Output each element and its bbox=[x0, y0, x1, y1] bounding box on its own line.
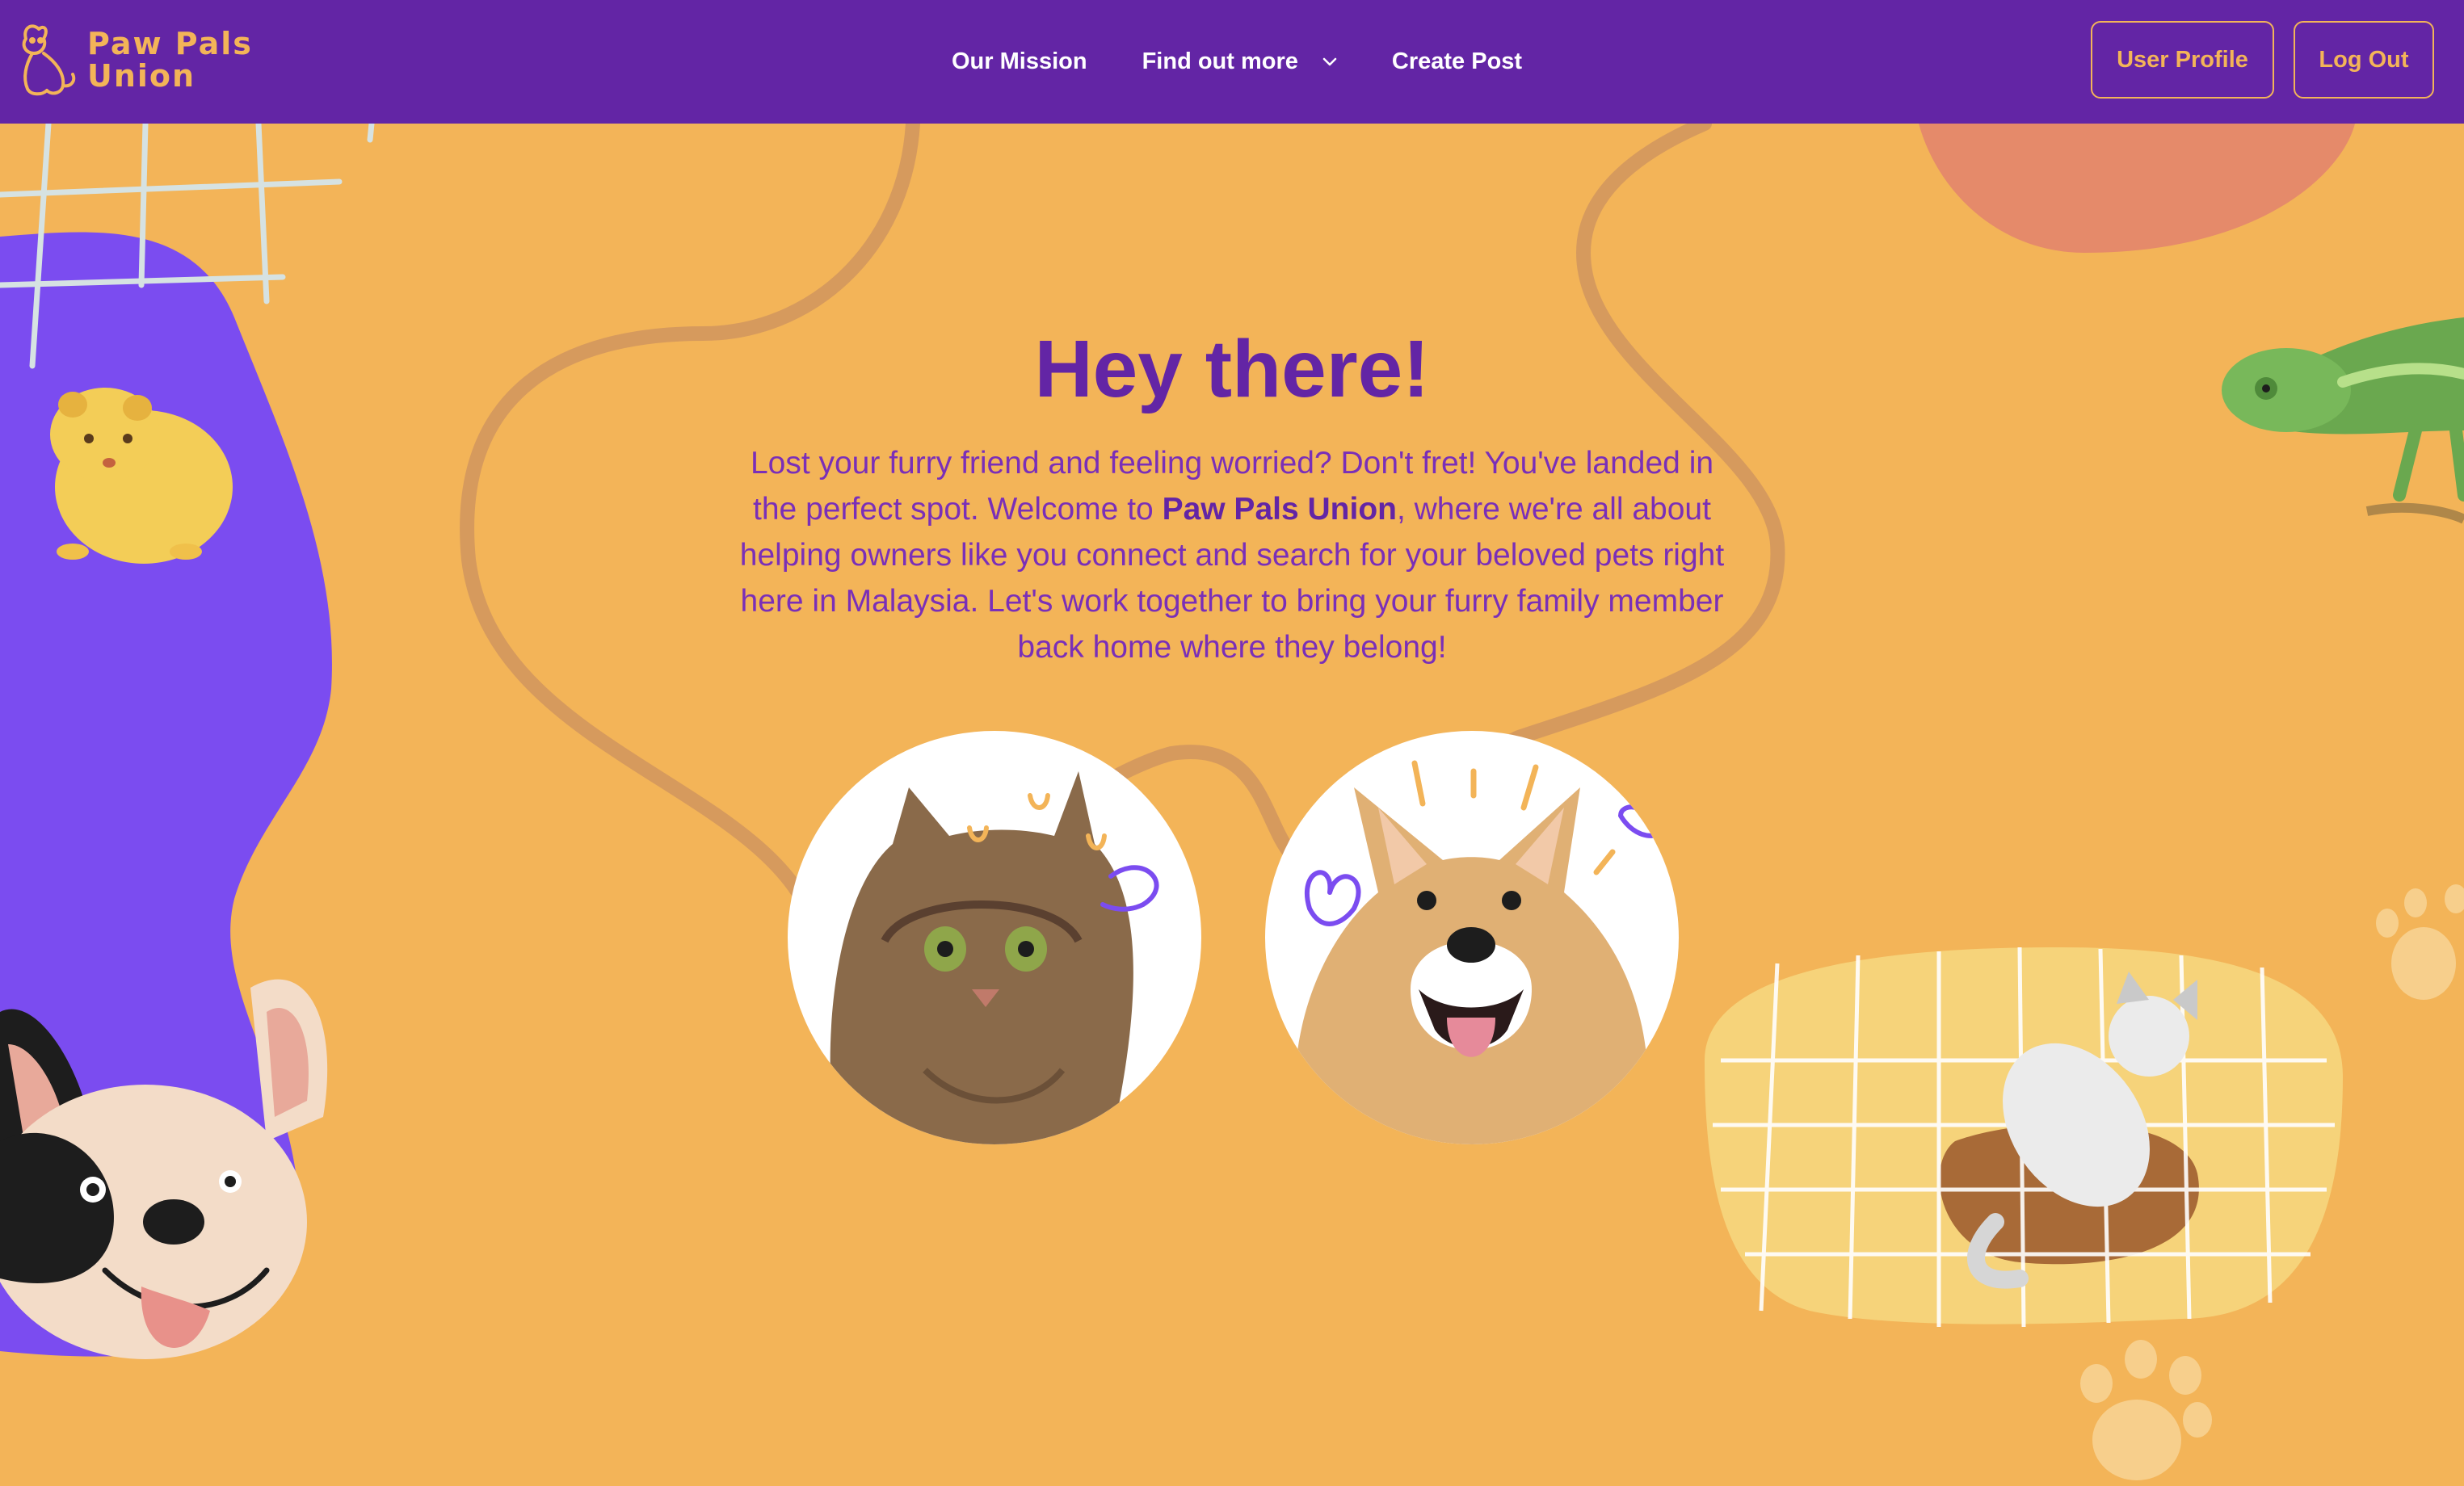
log-out-button[interactable]: Log Out bbox=[2294, 21, 2434, 99]
cat-bed-illustration bbox=[1705, 947, 2343, 1328]
nav-find-out-more-dropdown[interactable]: Find out more bbox=[1142, 48, 1337, 75]
nav-links: Our Mission Find out more Create Post bbox=[952, 0, 1522, 124]
corgi-illustration bbox=[1294, 760, 1666, 1144]
chevron-down-icon bbox=[1322, 57, 1337, 67]
hero-brand-highlight: Paw Pals Union bbox=[1162, 492, 1397, 527]
sun-shape bbox=[1919, 124, 2355, 253]
nav-our-mission[interactable]: Our Mission bbox=[952, 48, 1087, 75]
nav-our-mission-label: Our Mission bbox=[952, 48, 1087, 74]
hero-description: Lost your furry friend and feeling worri… bbox=[727, 440, 1737, 670]
brand-name-line2: Union bbox=[87, 58, 196, 94]
user-profile-button-label: User Profile bbox=[2117, 46, 2248, 73]
nav-create-post[interactable]: Create Post bbox=[1392, 48, 1522, 75]
hero-title: Hey there! bbox=[1034, 324, 1430, 414]
cat-illustration bbox=[830, 771, 1159, 1144]
cat-photo bbox=[788, 731, 1201, 1144]
nav-create-post-label: Create Post bbox=[1391, 48, 1523, 74]
navbar: Paw Pals Union Our Mission Find out more… bbox=[0, 0, 2464, 124]
user-profile-button[interactable]: User Profile bbox=[2091, 21, 2274, 99]
nav-find-out-more-label: Find out more bbox=[1142, 48, 1298, 74]
brand-name: Paw Pals Union bbox=[87, 27, 253, 92]
brand-name-line1: Paw Pals bbox=[87, 26, 253, 61]
dog-cat-logo-icon bbox=[22, 24, 76, 96]
brand-logo[interactable]: Paw Pals Union bbox=[15, 21, 257, 102]
log-out-button-label: Log Out bbox=[2319, 46, 2409, 73]
corgi-photo bbox=[1265, 731, 1679, 1144]
